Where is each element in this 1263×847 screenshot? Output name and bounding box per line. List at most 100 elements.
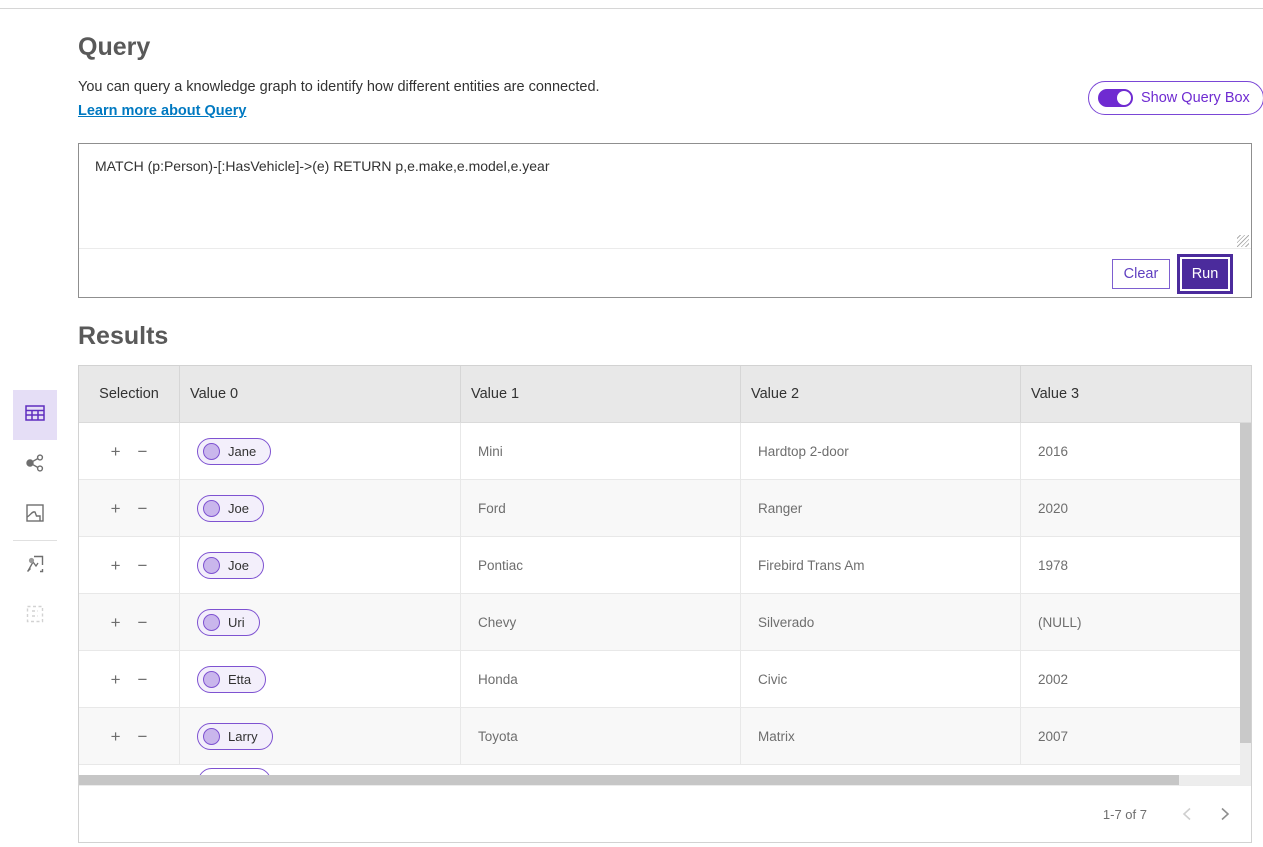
next-page-button[interactable] (1213, 802, 1237, 826)
map-view-icon (24, 502, 46, 529)
value3-cell: 2020 (1021, 480, 1251, 536)
value0-cell: Uri (180, 594, 461, 650)
add-selection-button[interactable]: + (109, 555, 123, 576)
query-footer: Clear Run (79, 250, 1251, 297)
results-table: Selection Value 0 Value 1 Value 2 Value … (78, 365, 1252, 843)
value1-cell: Toyota (461, 708, 741, 764)
column-header-selection: Selection (79, 366, 180, 422)
table-view-icon (24, 402, 46, 429)
table-row: +− Larry ToyotaMatrix2007 (79, 708, 1251, 765)
query-input[interactable]: MATCH (p:Person)-[:HasVehicle]->(e) RETU… (79, 144, 1251, 249)
clear-button[interactable]: Clear (1112, 259, 1170, 289)
layout-view-button[interactable] (13, 591, 57, 641)
value0-cell: Larry (180, 708, 461, 764)
entity-chip[interactable]: Joe (197, 495, 264, 522)
selection-cell: +− (79, 594, 180, 650)
value1-cell: Ford (461, 480, 741, 536)
map-view-button[interactable] (13, 490, 57, 540)
table-header-row: Selection Value 0 Value 1 Value 2 Value … (79, 366, 1251, 423)
selection-cell: +− (79, 480, 180, 536)
entity-chip[interactable]: Joe (197, 552, 264, 579)
selection-cell: +− (79, 651, 180, 707)
person-avatar-icon (203, 614, 220, 631)
value0-cell: Jane (180, 423, 461, 479)
value2-cell: Ranger (741, 480, 1021, 536)
entity-chip-label: Jane (228, 444, 256, 459)
add-selection-button[interactable]: + (109, 726, 123, 747)
page-description: You can query a knowledge graph to ident… (78, 79, 600, 95)
toggle-knob (1117, 91, 1131, 105)
prev-page-button[interactable] (1175, 802, 1199, 826)
remove-selection-button[interactable]: − (136, 555, 150, 576)
selection-cell: +− (79, 537, 180, 593)
link-chart-view-icon (24, 452, 46, 479)
layout-view-icon (24, 603, 46, 630)
table-row: +− Joe PontiacFirebird Trans Am1978 (79, 537, 1251, 594)
entity-chip-label: Joe (228, 558, 249, 573)
value0-cell: Joe (180, 480, 461, 536)
person-avatar-icon (203, 443, 220, 460)
toggle-label: Show Query Box (1141, 90, 1250, 106)
value3-cell: 1978 (1021, 537, 1251, 593)
person-avatar-icon (203, 557, 220, 574)
value2-cell: Matrix (741, 708, 1021, 764)
resize-handle-icon[interactable] (1237, 235, 1249, 247)
pagination-range: 1-7 of 7 (1103, 807, 1147, 822)
value3-cell: 2007 (1021, 708, 1251, 764)
value1-cell: Pontiac (461, 537, 741, 593)
value2-cell: Silverado (741, 594, 1021, 650)
remove-selection-button[interactable]: − (136, 726, 150, 747)
remove-selection-button[interactable]: − (136, 669, 150, 690)
person-avatar-icon (203, 500, 220, 517)
table-row: +−EttaHondaCivic2002 (79, 651, 1251, 708)
page-title: Query (78, 33, 150, 62)
table-row: +− Joe FordRanger2020 (79, 480, 1251, 537)
view-toolbar (13, 390, 57, 641)
value3-cell: 2016 (1021, 423, 1251, 479)
vertical-scrollbar-thumb[interactable] (1240, 423, 1251, 743)
entity-chip[interactable]: Larry (197, 723, 273, 750)
column-header-value3: Value 3 (1021, 366, 1251, 422)
entity-chip[interactable] (198, 768, 271, 775)
learn-more-link[interactable]: Learn more about Query (78, 103, 246, 119)
table-row-partial (79, 765, 1251, 775)
column-header-value0: Value 0 (180, 366, 461, 422)
value2-cell: Hardtop 2-door (741, 423, 1021, 479)
entity-chip-label: Etta (228, 672, 251, 687)
add-selection-button[interactable]: + (109, 441, 123, 462)
vertical-scrollbar[interactable] (1240, 423, 1251, 776)
entity-chip-label: Uri (228, 615, 245, 630)
entity-chip[interactable]: Jane (197, 438, 271, 465)
add-selection-button[interactable]: + (109, 669, 123, 690)
value3-cell: 2002 (1021, 651, 1251, 707)
link-chart-view-button[interactable] (13, 440, 57, 490)
top-divider (0, 8, 1263, 9)
table-footer: 1-7 of 7 (79, 785, 1251, 842)
remove-selection-button[interactable]: − (136, 612, 150, 633)
value3-cell: (NULL) (1021, 594, 1251, 650)
new-link-chart-button[interactable] (13, 541, 57, 591)
add-selection-button[interactable]: + (109, 498, 123, 519)
new-link-chart-icon (24, 553, 46, 580)
query-page: Query You can query a knowledge graph to… (0, 0, 1263, 847)
run-button[interactable]: Run (1182, 259, 1228, 289)
remove-selection-button[interactable]: − (136, 441, 150, 462)
entity-chip[interactable]: Uri (197, 609, 260, 636)
entity-chip-label: Joe (228, 501, 249, 516)
value2-cell: Firebird Trans Am (741, 537, 1021, 593)
value1-cell: Chevy (461, 594, 741, 650)
show-query-box-toggle[interactable]: Show Query Box (1088, 81, 1263, 115)
column-header-value2: Value 2 (741, 366, 1021, 422)
table-body: +−JaneMiniHardtop 2-door2016+−JoeFordRan… (79, 423, 1251, 765)
entity-chip[interactable]: Etta (197, 666, 266, 693)
table-row: +− Uri ChevySilverado(NULL) (79, 594, 1251, 651)
entity-chip-label: Larry (228, 729, 258, 744)
value1-cell: Mini (461, 423, 741, 479)
toggle-switch-icon[interactable] (1098, 89, 1133, 107)
selection-cell: +− (79, 708, 180, 764)
remove-selection-button[interactable]: − (136, 498, 150, 519)
value1-cell: Honda (461, 651, 741, 707)
add-selection-button[interactable]: + (109, 612, 123, 633)
table-view-button[interactable] (13, 390, 57, 440)
table-row: +− Jane MiniHardtop 2-door2016 (79, 423, 1251, 480)
